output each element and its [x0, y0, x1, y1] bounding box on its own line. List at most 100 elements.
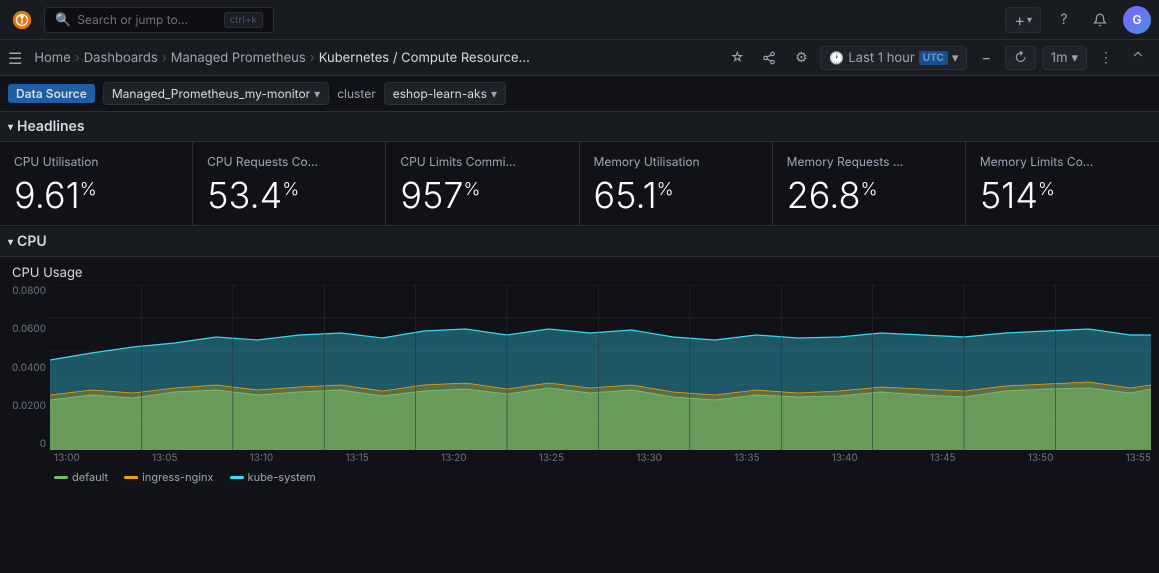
metric-value-2: 957%	[400, 177, 564, 213]
search-icon: 🔍	[55, 12, 71, 28]
nav-toolbar: ☰ Home › Dashboards › Managed Prometheus…	[0, 40, 1159, 76]
metric-title-3: Memory Utilisation	[594, 154, 758, 169]
chart-area: 0.0800 0.0600 0.0400 0.0200 0	[8, 285, 1151, 450]
metric-title-4: Memory Requests ...	[787, 154, 951, 169]
y-axis-label-2: 0.0400	[12, 362, 46, 374]
x-axis: 13:00 13:05 13:10 13:15 13:20 13:25 13:30 13:35…	[8, 450, 1151, 464]
metric-title-1: CPU Requests Co...	[207, 154, 371, 169]
topbar: 🔍 Search or jump to... ctrl+k + ▾ ? G	[0, 0, 1159, 40]
y-axis: 0.0800 0.0600 0.0400 0.0200 0	[8, 285, 50, 450]
cpu-collapse-icon: ▾	[8, 236, 13, 248]
metric-card-5: Memory Limits Co... 514%	[966, 142, 1159, 225]
cpu-title: CPU	[17, 233, 47, 250]
refresh-interval-button[interactable]: 1m ▾	[1042, 46, 1087, 70]
metric-value-1: 53.4%	[207, 177, 371, 213]
menu-icon[interactable]: ☰	[8, 48, 22, 68]
chart-legend: default ingress-nginx kube-system	[8, 464, 1151, 488]
data-source-value: Managed_Prometheus_my-monitor	[112, 86, 310, 101]
breadcrumb-sep-2: ›	[162, 50, 167, 66]
metric-card-2: CPU Limits Commi... 957%	[386, 142, 579, 225]
metric-card-0: CPU Utilisation 9.61%	[0, 142, 193, 225]
search-bar[interactable]: 🔍 Search or jump to... ctrl+k	[44, 7, 274, 33]
legend-item-2: kube-system	[230, 470, 316, 484]
y-axis-label-3: 0.0200	[12, 400, 46, 412]
cluster-dropdown[interactable]: eshop-learn-aks ▾	[384, 82, 506, 105]
add-button[interactable]: + ▾	[1005, 7, 1041, 33]
data-source-dropdown[interactable]: Managed_Prometheus_my-monitor ▾	[103, 82, 329, 105]
refresh-chevron-icon: ▾	[1071, 50, 1078, 66]
breadcrumb-home[interactable]: Home	[34, 50, 70, 66]
metric-value-5: 514%	[980, 177, 1145, 213]
x-axis-label-3: 13:15	[345, 452, 368, 464]
help-button[interactable]: ?	[1051, 7, 1077, 33]
time-range-button[interactable]: 🕐 Last 1 hour UTC ▾	[820, 46, 967, 70]
chevron-down-icon: ▾	[1027, 14, 1032, 26]
refresh-icon: ↻	[1014, 50, 1026, 66]
utc-badge: UTC	[919, 51, 948, 65]
legend-color-1	[124, 476, 138, 479]
time-chevron-icon: ▾	[952, 50, 959, 66]
breadcrumb-dashboards[interactable]: Dashboards	[84, 50, 158, 66]
refresh-button[interactable]: ↻	[1005, 46, 1035, 70]
more-options-icon[interactable]: ⋮	[1093, 45, 1119, 71]
x-axis-label-11: 13:55	[1126, 452, 1151, 464]
x-axis-label-7: 13:35	[734, 452, 759, 464]
data-source-chevron-icon: ▾	[314, 86, 320, 101]
filter-bar: Data Source Managed_Prometheus_my-monito…	[0, 76, 1159, 112]
data-source-tag: Data Source	[8, 84, 95, 103]
notifications-icon[interactable]	[1087, 7, 1113, 33]
metric-card-3: Memory Utilisation 65.1%	[580, 142, 773, 225]
x-axis-label-8: 13:40	[832, 452, 858, 464]
x-axis-label-5: 13:25	[539, 452, 564, 464]
topbar-right: + ▾ ? G	[1005, 6, 1151, 34]
legend-color-0	[54, 476, 68, 479]
metric-title-5: Memory Limits Co...	[980, 154, 1145, 169]
breadcrumb: Home › Dashboards › Managed Prometheus ›…	[34, 50, 716, 66]
x-axis-label-6: 13:30	[636, 452, 662, 464]
chart-canvas	[50, 285, 1151, 450]
metric-value-3: 65.1%	[594, 177, 758, 213]
breadcrumb-current: Kubernetes / Compute Resource...	[319, 50, 530, 66]
collapse-icon[interactable]: ⌃	[1125, 45, 1151, 71]
x-axis-label-9: 13:45	[930, 452, 956, 464]
search-placeholder: Search or jump to...	[77, 12, 217, 27]
headlines-section-header[interactable]: ▾ Headlines	[0, 112, 1159, 142]
metric-card-4: Memory Requests ... 26.8%	[773, 142, 966, 225]
settings-icon[interactable]: ⚙	[788, 45, 814, 71]
cluster-label: cluster	[337, 86, 376, 101]
y-axis-label-4: 0	[40, 438, 46, 450]
cluster-value: eshop-learn-aks	[393, 86, 487, 101]
user-avatar[interactable]: G	[1123, 6, 1151, 34]
x-axis-label-4: 13:20	[441, 452, 467, 464]
breadcrumb-sep-3: ›	[310, 50, 315, 66]
y-axis-label-1: 0.0600	[12, 323, 46, 335]
chart-svg	[50, 285, 1151, 450]
x-axis-label-0: 13:00	[54, 452, 80, 464]
search-shortcut: ctrl+k	[224, 12, 263, 28]
headlines-title: Headlines	[17, 118, 85, 135]
cpu-chart-panel: CPU Usage 0.08000.06000.04000.02000	[0, 257, 1159, 488]
cpu-section-header[interactable]: ▾ CPU	[0, 227, 1159, 257]
plus-icon: +	[1014, 10, 1025, 30]
legend-item-1: ingress-nginx	[124, 470, 213, 484]
breadcrumb-managed-prometheus[interactable]: Managed Prometheus	[171, 50, 306, 66]
legend-label-1: ingress-nginx	[142, 470, 213, 484]
share-button[interactable]	[756, 45, 782, 71]
legend-label-0: default	[72, 470, 108, 484]
time-range-label: Last 1 hour	[848, 50, 914, 66]
metric-value-0: 9.61%	[14, 177, 178, 213]
headlines-collapse-icon: ▾	[8, 121, 13, 133]
y-axis-label-0: 0.0800	[12, 285, 46, 297]
x-axis-label-1: 13:05	[152, 452, 178, 464]
grafana-logo	[8, 6, 36, 34]
metric-title-2: CPU Limits Commi...	[400, 154, 564, 169]
metric-value-4: 26.8%	[787, 177, 951, 213]
x-axis-label-2: 13:10	[250, 452, 274, 464]
legend-label-2: kube-system	[248, 470, 316, 484]
zoom-out-button[interactable]: −	[973, 45, 999, 71]
legend-color-2	[230, 476, 244, 479]
metric-card-1: CPU Requests Co... 53.4%	[193, 142, 386, 225]
star-button[interactable]: ☆	[724, 45, 750, 71]
metric-title-0: CPU Utilisation	[14, 154, 178, 169]
refresh-interval-label: 1m	[1051, 50, 1068, 66]
